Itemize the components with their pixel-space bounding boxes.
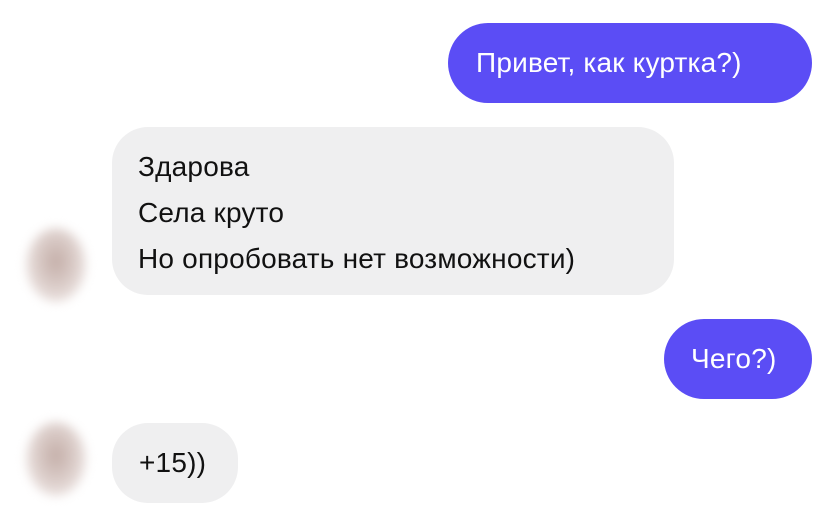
outgoing-message-bubble[interactable]: Привет, как куртка?) (448, 23, 812, 103)
message-text: Привет, как куртка?) (476, 47, 742, 78)
contact-avatar[interactable] (26, 228, 86, 302)
message-text: +15)) (139, 447, 207, 478)
contact-avatar[interactable] (26, 422, 86, 496)
message-text: Чего?) (691, 343, 777, 374)
message-text-line: Села круто (138, 197, 285, 228)
incoming-message-bubble[interactable]: Здарова Села круто Но опробовать нет воз… (112, 127, 674, 295)
outgoing-message-bubble[interactable]: Чего?) (664, 319, 812, 399)
message-text-line: Но опробовать нет возможности) (138, 243, 576, 274)
message-text-line: Здарова (138, 151, 250, 182)
incoming-message-bubble[interactable]: +15)) (112, 423, 238, 503)
